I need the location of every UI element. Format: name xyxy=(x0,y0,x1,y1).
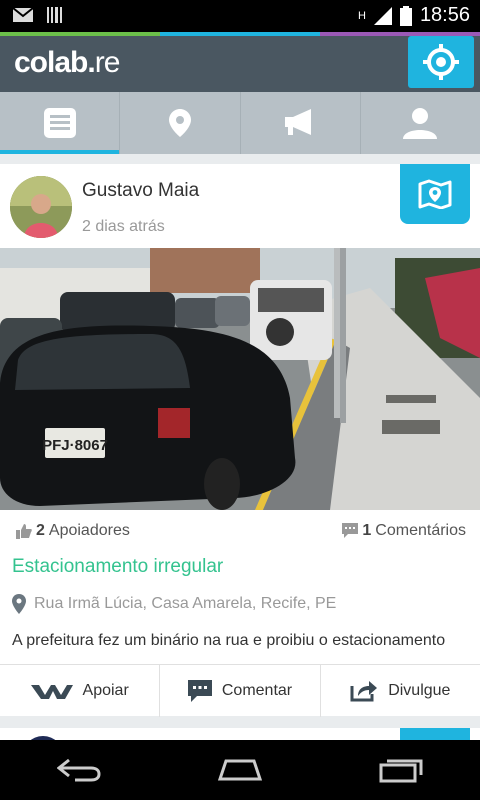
system-nav-bar xyxy=(0,740,480,800)
network-type: H xyxy=(357,9,366,22)
post-photo[interactable]: PFJ·8067 xyxy=(0,248,480,510)
battery-icon xyxy=(399,5,412,26)
tab-feed[interactable] xyxy=(0,92,121,154)
app-bar: colab.re xyxy=(0,36,480,92)
home-icon[interactable] xyxy=(216,759,264,781)
status-bar: H 18:56 xyxy=(0,0,480,32)
author-name[interactable]: Gustavo Maia xyxy=(82,180,199,202)
share-label: Divulgue xyxy=(388,682,451,699)
post-title[interactable]: Estacionamento irregular xyxy=(12,556,223,578)
comment-button[interactable]: Comentar xyxy=(160,665,321,717)
comment-icon xyxy=(187,680,212,702)
comments-number: 1 xyxy=(362,522,372,539)
locate-button[interactable] xyxy=(408,36,474,88)
signal-icon xyxy=(373,6,392,25)
gmail-icon xyxy=(12,7,34,22)
map-pin-icon xyxy=(168,109,191,137)
thumbs-up-icon xyxy=(16,524,32,539)
street-photo: PFJ·8067 xyxy=(0,248,480,510)
address-text: Rua Irmã Lúcia, Casa Amarela, Recife, PE xyxy=(34,595,337,612)
app-logo: colab.re xyxy=(14,46,120,79)
recent-apps-icon[interactable] xyxy=(379,757,423,783)
supporters-number: 2 xyxy=(36,522,45,539)
comment-label: Comentar xyxy=(221,682,293,699)
license-plate-text: PFJ·8067 xyxy=(42,437,108,454)
tab-report[interactable] xyxy=(241,92,361,154)
comments-count[interactable]: 1 Comentários xyxy=(342,522,466,540)
supporters-label: Apoiadores xyxy=(48,522,130,539)
avatar-image xyxy=(10,176,72,238)
support-label: Apoiar xyxy=(82,682,129,699)
share-icon xyxy=(350,681,378,702)
post-actions: Apoiar Comentar Divulgue xyxy=(0,664,480,717)
post-address: Rua Irmã Lúcia, Casa Amarela, Recife, PE xyxy=(12,594,336,614)
user-icon xyxy=(403,108,438,139)
view-on-map-button[interactable] xyxy=(400,164,470,224)
barcode-icon xyxy=(47,7,62,23)
comment-bubble-icon xyxy=(342,523,359,538)
post-stats: 2 Apoiadores 1 Comentários xyxy=(0,518,480,548)
avatar[interactable] xyxy=(10,176,72,238)
back-icon[interactable] xyxy=(57,758,101,782)
status-time: 18:56 xyxy=(419,4,470,26)
comments-label: Comentários xyxy=(375,522,466,539)
post-time: 2 dias atrás xyxy=(82,218,165,235)
post-card[interactable]: Gustavo Maia 2 dias atrás PFJ·8067 2 Apo… xyxy=(0,164,480,717)
post-description[interactable]: A prefeitura fez um binário na rua e pro… xyxy=(12,632,472,650)
tab-bar xyxy=(0,92,480,154)
support-button[interactable]: Apoiar xyxy=(0,665,161,717)
list-icon xyxy=(43,108,76,138)
megaphone-icon xyxy=(285,109,312,135)
tab-profile[interactable] xyxy=(361,92,480,154)
crosshair-icon xyxy=(423,44,459,80)
tab-map[interactable] xyxy=(120,92,241,154)
share-button[interactable]: Divulgue xyxy=(321,665,480,717)
handshake-icon xyxy=(30,685,73,699)
map-location-icon xyxy=(418,179,452,209)
supporters-count[interactable]: 2 Apoiadores xyxy=(16,522,130,540)
location-pin-icon xyxy=(12,594,26,614)
